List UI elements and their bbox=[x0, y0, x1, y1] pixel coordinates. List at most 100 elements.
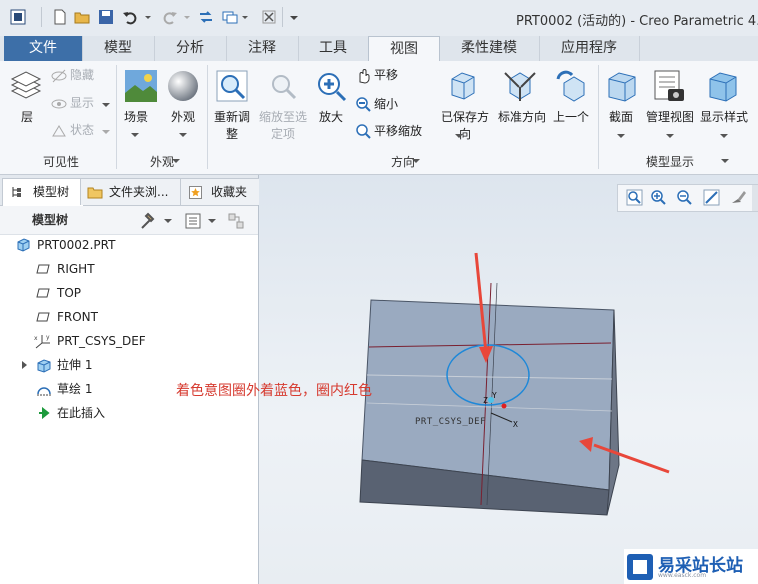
status-icon bbox=[52, 125, 66, 137]
tab-tools[interactable]: 工具 bbox=[298, 36, 369, 61]
tab-favorites[interactable]: 收藏夹 bbox=[180, 178, 260, 205]
refit-icon[interactable] bbox=[215, 69, 249, 103]
appearance-group-dropdown-icon[interactable] bbox=[172, 157, 180, 165]
tab-model[interactable]: 模型 bbox=[82, 36, 155, 61]
standard-orientation-label[interactable]: 标准方向 bbox=[496, 109, 548, 126]
datum-plane-icon bbox=[36, 264, 50, 274]
tab-applications[interactable]: 应用程序 bbox=[539, 36, 640, 61]
scene-icon[interactable] bbox=[124, 69, 158, 103]
favorites-icon bbox=[189, 186, 202, 199]
tab-file[interactable]: 文件 bbox=[4, 36, 83, 61]
csys-x-label: X bbox=[513, 420, 518, 429]
manage-views-dropdown-icon[interactable] bbox=[666, 132, 674, 140]
tab-flexible-modeling[interactable]: 柔性建模 bbox=[439, 36, 540, 61]
folder-icon bbox=[87, 187, 103, 199]
tree-columns-icon[interactable] bbox=[184, 212, 202, 230]
scene-label[interactable]: 场景 bbox=[120, 109, 152, 126]
block-top-face[interactable] bbox=[361, 299, 615, 491]
datum-plane-icon bbox=[36, 288, 50, 298]
tab-model-tree[interactable]: 模型树 bbox=[2, 178, 84, 206]
appearance-dropdown-icon[interactable] bbox=[179, 131, 187, 139]
group-separator bbox=[116, 65, 117, 169]
saved-orientations-dropdown-icon[interactable] bbox=[455, 132, 463, 140]
save-icon[interactable] bbox=[98, 9, 114, 25]
tree-item-label: 草绘 1 bbox=[57, 382, 93, 396]
zoom-in-icon[interactable] bbox=[314, 69, 348, 103]
ribbon-tabs: 文件 模型 分析 注释 工具 视图 柔性建模 应用程序 bbox=[0, 36, 758, 63]
insert-arrow-icon bbox=[39, 407, 50, 419]
zoom-out-icon bbox=[356, 97, 371, 112]
display-style-dropdown-icon[interactable] bbox=[720, 132, 728, 140]
expand-arrow-icon[interactable] bbox=[20, 361, 28, 369]
section-icon[interactable] bbox=[605, 69, 639, 103]
csys-z-label: Z bbox=[483, 396, 488, 405]
orientation-group-label: 方向 bbox=[390, 155, 415, 169]
watermark-logo-icon bbox=[627, 554, 653, 580]
previous-orientation-icon[interactable] bbox=[554, 69, 588, 103]
customize-toolbar-icon[interactable] bbox=[289, 9, 299, 25]
close-window-icon[interactable] bbox=[261, 9, 277, 25]
zoom-selected-label[interactable]: 缩放至选定项 bbox=[258, 109, 308, 143]
window-title: PRT0002 (活动的) - Creo Parametric 4.0 bbox=[516, 14, 758, 29]
pan-zoom-icon bbox=[356, 124, 371, 139]
pan-zoom-label[interactable]: 平移缩放 bbox=[374, 123, 422, 140]
regenerate-icon[interactable] bbox=[198, 9, 214, 25]
show-label[interactable]: 显示 bbox=[70, 95, 94, 112]
layer-icon[interactable] bbox=[9, 69, 43, 103]
visibility-group-label: 可见性 bbox=[42, 155, 79, 169]
section-dropdown-icon[interactable] bbox=[617, 132, 625, 140]
saved-orientations-icon[interactable] bbox=[446, 69, 480, 103]
sketch-icon bbox=[37, 387, 51, 396]
hide-label[interactable]: 隐藏 bbox=[70, 67, 94, 84]
redo-dropdown-icon[interactable] bbox=[183, 9, 191, 25]
show-dropdown-icon[interactable] bbox=[102, 101, 110, 109]
app-icon[interactable] bbox=[10, 9, 26, 25]
watermark-url: www.easck.com bbox=[658, 572, 707, 579]
saved-orientations-label[interactable]: 已保存方向 bbox=[438, 109, 492, 143]
status-label[interactable]: 状态 bbox=[70, 122, 94, 139]
new-file-icon[interactable] bbox=[52, 9, 68, 25]
tree-item-label: PRT_CSYS_DEF bbox=[57, 334, 146, 348]
tab-folder-browser[interactable]: 文件夹浏... bbox=[80, 178, 184, 205]
open-folder-icon[interactable] bbox=[74, 9, 90, 25]
appearance-label[interactable]: 外观 bbox=[166, 109, 200, 126]
tree-filter-icon[interactable] bbox=[227, 212, 245, 230]
display-style-label[interactable]: 显示样式 bbox=[700, 109, 758, 126]
previous-orientation-label[interactable]: 上一个 bbox=[550, 109, 592, 126]
zoom-selected-icon[interactable] bbox=[266, 69, 300, 103]
appearance-sphere-icon[interactable] bbox=[166, 69, 200, 103]
annotation-text: 着色意图圈外着蓝色，圈内红色 bbox=[176, 383, 372, 399]
tree-header: 模型树 bbox=[32, 213, 69, 227]
tab-annotate[interactable]: 注释 bbox=[226, 36, 299, 61]
tab-model-tree-label: 模型树 bbox=[33, 185, 70, 199]
undo-icon[interactable] bbox=[122, 9, 138, 25]
model-display-group-dropdown-icon[interactable] bbox=[721, 157, 729, 165]
tree-columns-dropdown-icon[interactable] bbox=[208, 217, 216, 225]
tree-settings-icon[interactable] bbox=[139, 212, 157, 230]
manage-views-label[interactable]: 管理视图 bbox=[642, 109, 698, 126]
windows-icon[interactable] bbox=[222, 9, 238, 25]
scene-dropdown-icon[interactable] bbox=[131, 131, 139, 139]
zoom-in-label[interactable]: 放大 bbox=[314, 109, 348, 126]
windows-dropdown-icon[interactable] bbox=[241, 9, 249, 25]
csys-origin-marker bbox=[501, 403, 507, 409]
status-dropdown-icon[interactable] bbox=[102, 128, 110, 136]
navigator-tabs: 模型树 文件夹浏... 收藏夹 bbox=[0, 175, 260, 206]
section-label[interactable]: 截面 bbox=[604, 109, 638, 126]
orientation-group-dropdown-icon[interactable] bbox=[412, 157, 420, 165]
manage-views-icon[interactable] bbox=[652, 69, 686, 103]
standard-orientation-icon[interactable] bbox=[503, 69, 537, 103]
show-icon bbox=[51, 99, 67, 109]
refit-label[interactable]: 重新调整 bbox=[212, 109, 252, 143]
undo-dropdown-icon[interactable] bbox=[144, 9, 152, 25]
display-style-icon[interactable] bbox=[706, 69, 740, 103]
tab-view[interactable]: 视图 bbox=[368, 36, 440, 63]
zoom-out-label[interactable]: 缩小 bbox=[374, 96, 398, 113]
layer-label[interactable]: 层 bbox=[12, 109, 42, 126]
tree-item-label: RIGHT bbox=[57, 262, 95, 276]
ribbon-panel: 层 隐藏 显示 状态 可见性 场景 外观 外观 重新调整 缩放至选定项 放大 平… bbox=[0, 61, 758, 175]
tree-settings-dropdown-icon[interactable] bbox=[164, 217, 172, 225]
tab-analysis[interactable]: 分析 bbox=[154, 36, 227, 61]
redo-icon[interactable] bbox=[162, 9, 178, 25]
pan-label[interactable]: 平移 bbox=[374, 67, 398, 84]
